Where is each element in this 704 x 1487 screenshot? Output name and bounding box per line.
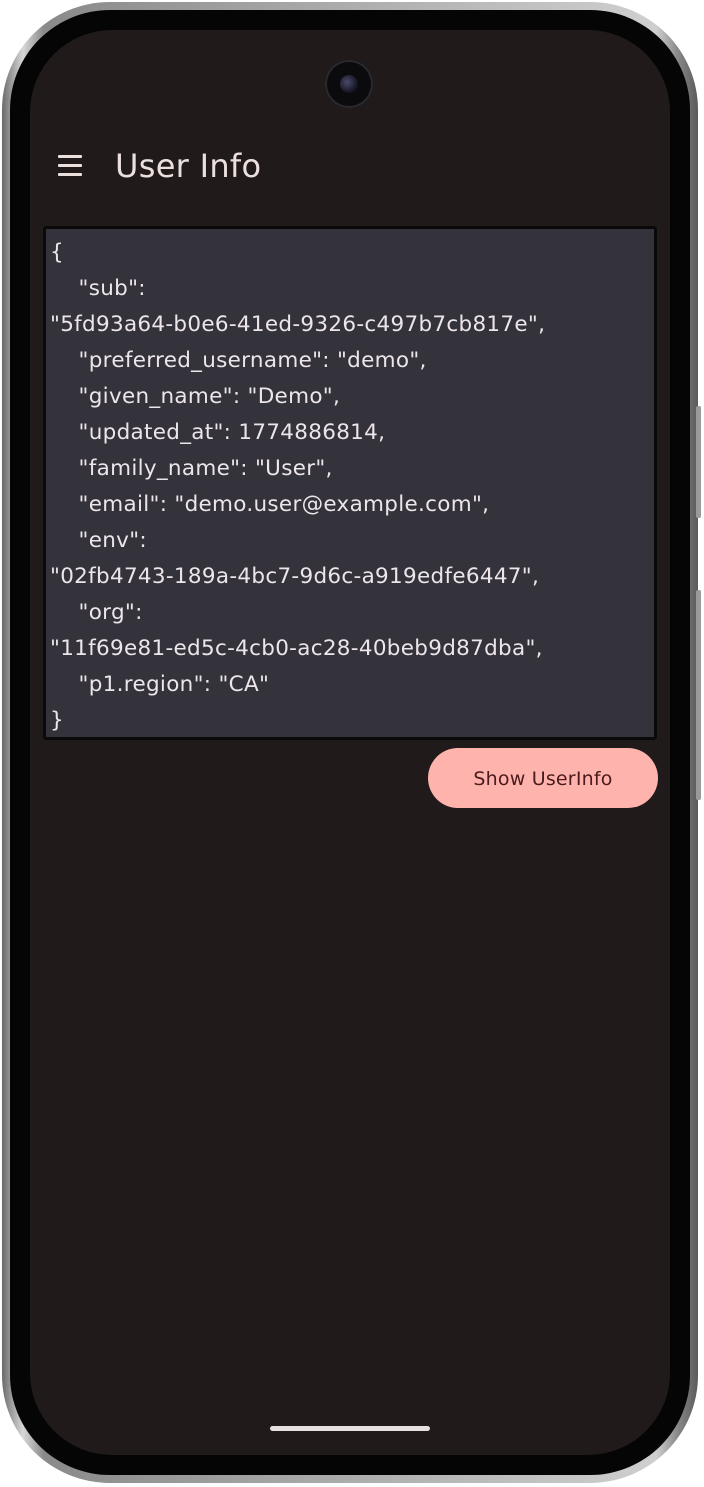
app-bar: User Info <box>30 130 670 202</box>
front-camera <box>325 60 373 108</box>
bezel: User Info { "sub": "5fd93a64-b0e6-41ed-9… <box>10 10 690 1475</box>
power-button <box>696 590 701 800</box>
userinfo-json-text: { "sub": "5fd93a64-b0e6-41ed-9326-c497b7… <box>50 240 546 733</box>
home-indicator[interactable] <box>270 1426 430 1431</box>
phone-frame: User Info { "sub": "5fd93a64-b0e6-41ed-9… <box>2 2 701 1483</box>
screen: User Info { "sub": "5fd93a64-b0e6-41ed-9… <box>30 30 670 1455</box>
camera-lens-icon <box>340 75 358 93</box>
volume-button <box>696 406 701 518</box>
userinfo-json-panel: { "sub": "5fd93a64-b0e6-41ed-9326-c497b7… <box>43 226 657 740</box>
show-userinfo-button[interactable]: Show UserInfo <box>428 748 658 808</box>
hamburger-menu-icon[interactable] <box>56 152 84 180</box>
page-title: User Info <box>115 147 262 185</box>
